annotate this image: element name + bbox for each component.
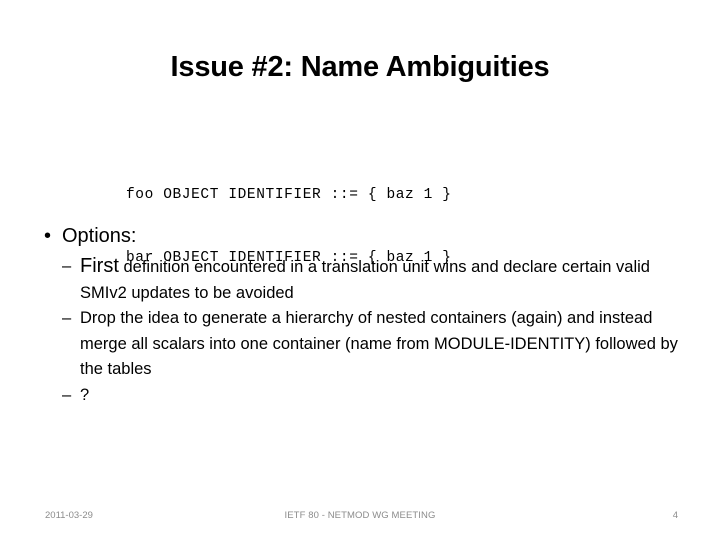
bullet-dot-icon: • bbox=[44, 225, 52, 247]
sub-bullet-item-3-text: ? bbox=[80, 385, 90, 404]
slide-footer: 2011-03-29 IETF 80 - NETMOD WG MEETING 4 bbox=[0, 506, 720, 526]
page-title: Issue #2: Name Ambiguities bbox=[170, 51, 550, 83]
dash-bullet-icon: – bbox=[62, 257, 72, 275]
dash-bullet-icon: – bbox=[62, 309, 72, 327]
footer-page-number: 4 bbox=[672, 510, 678, 521]
sub-bullet-item-3: – ? bbox=[36, 383, 691, 409]
slide-canvas: Issue #2: Name Ambiguities foo OBJECT ID… bbox=[0, 0, 720, 540]
dash-bullet-icon: – bbox=[62, 385, 72, 404]
sub-bullet-item-1-lead: First bbox=[80, 255, 119, 277]
sub-bullet-list: – First definition encountered in a tran… bbox=[36, 254, 691, 408]
sub-bullet-item-2: – Drop the idea to generate a hierarchy … bbox=[36, 306, 691, 383]
sub-bullet-item-2-text: Drop the idea to generate a hierarchy of… bbox=[80, 309, 678, 378]
bullet-item-options: • Options: bbox=[36, 222, 691, 250]
sub-bullet-item-1: – First definition encountered in a tran… bbox=[36, 254, 691, 306]
footer-meeting-title: IETF 80 - NETMOD WG MEETING bbox=[284, 510, 436, 521]
bullet-item-options-label: Options: bbox=[62, 225, 137, 247]
code-line-1: foo OBJECT IDENTIFIER ::= { baz 1 } bbox=[126, 187, 452, 203]
sub-bullet-item-1-text: definition encountered in a translation … bbox=[80, 258, 650, 302]
body-content: • Options: – First definition encountere… bbox=[36, 222, 691, 408]
